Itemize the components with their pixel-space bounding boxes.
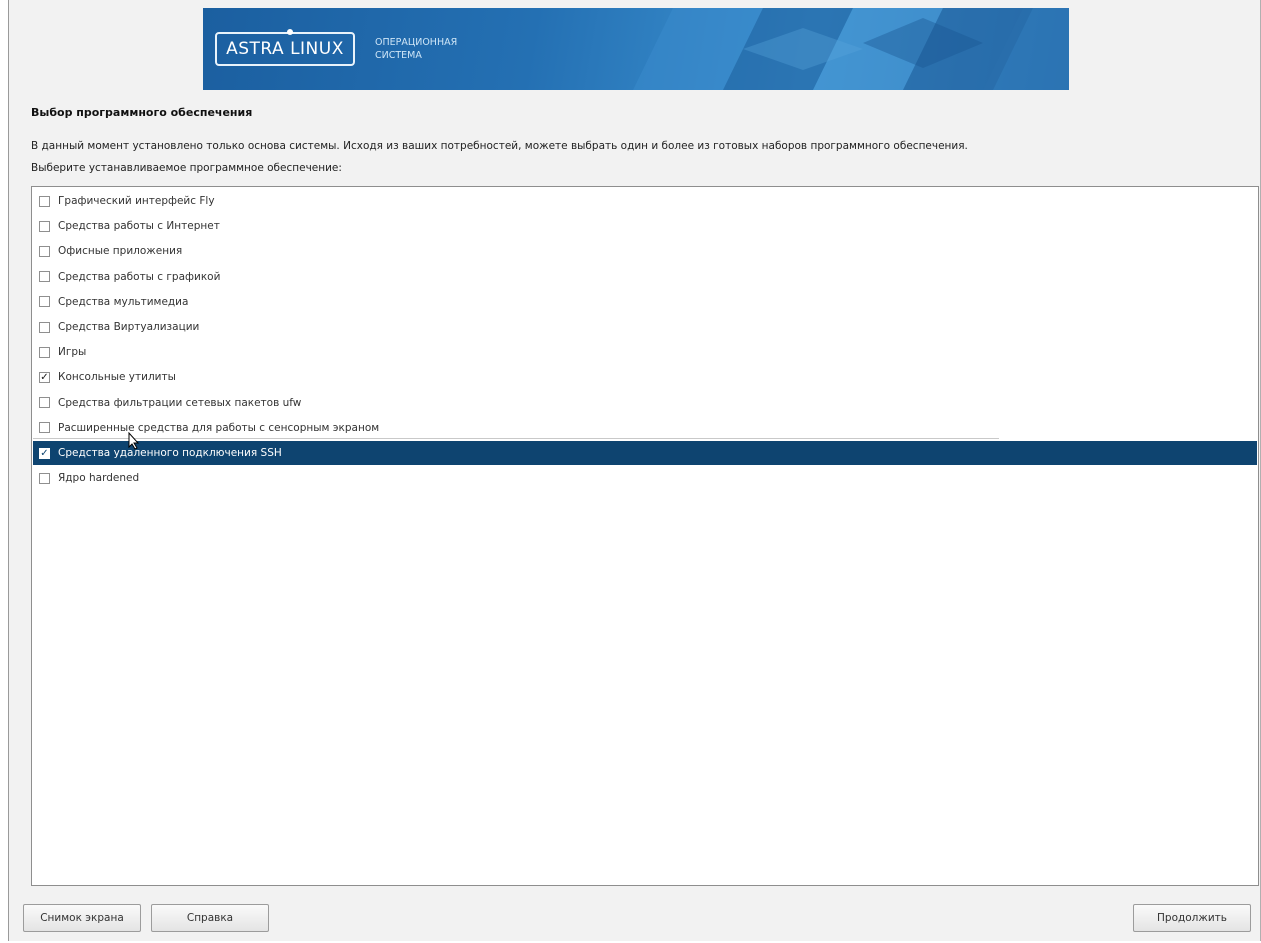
software-option-row[interactable]: Офисные приложения bbox=[33, 239, 1257, 263]
checkbox-icon[interactable] bbox=[39, 472, 50, 484]
checkbox-icon[interactable] bbox=[39, 195, 50, 207]
checkbox-icon[interactable] bbox=[39, 397, 50, 409]
software-option-label: Средства работы с графикой bbox=[58, 270, 221, 283]
checkbox-icon[interactable] bbox=[39, 422, 50, 434]
checkbox-icon[interactable] bbox=[39, 321, 50, 333]
software-option-row[interactable]: ✓ Средства удаленного подключения SSH bbox=[33, 441, 1257, 465]
screenshot-button[interactable]: Снимок экрана bbox=[23, 904, 141, 932]
software-option-row[interactable]: Графический интерфейс Fly bbox=[33, 189, 1257, 213]
software-option-label: Средства Виртуализации bbox=[58, 321, 200, 333]
astra-linux-banner: ASTRA LINUX ОПЕРАЦИОННАЯ СИСТЕМА bbox=[203, 8, 1069, 90]
checkbox-icon[interactable] bbox=[39, 220, 50, 232]
software-option-label: Игры bbox=[58, 346, 87, 359]
software-option-label: Ядро hardened bbox=[58, 472, 140, 485]
mouse-cursor-icon bbox=[128, 432, 140, 450]
software-option-row[interactable]: Средства мультимедиа bbox=[33, 290, 1257, 314]
software-list[interactable]: Графический интерфейс Fly Средства работы… bbox=[31, 186, 1259, 886]
software-option-row[interactable]: ✓ Консольные утилиты bbox=[33, 365, 1257, 389]
software-option-row[interactable]: Ядро hardened bbox=[33, 466, 1257, 490]
software-option-label: Расширенные средства для работы с сенсор… bbox=[58, 421, 380, 434]
software-option-label: Графический интерфейс Fly bbox=[58, 195, 215, 207]
software-option-row[interactable]: Средства работы с графикой bbox=[33, 265, 1257, 289]
checkbox-checked-icon[interactable]: ✓ bbox=[39, 371, 50, 383]
software-option-row[interactable]: Средства Виртуализации bbox=[33, 315, 1257, 339]
logo-subtitle: ОПЕРАЦИОННАЯ СИСТЕМА bbox=[375, 36, 515, 62]
checkbox-icon[interactable] bbox=[39, 296, 50, 308]
help-button[interactable]: Справка bbox=[151, 904, 269, 932]
checkbox-icon[interactable] bbox=[39, 245, 50, 257]
selection-prompt: Выберите устанавливаемое программное обе… bbox=[31, 162, 342, 174]
installer-window: ASTRA LINUX ОПЕРАЦИОННАЯ СИСТЕМА Выбор п… bbox=[8, 0, 1261, 941]
software-option-row[interactable]: Игры bbox=[33, 340, 1257, 364]
software-option-row[interactable]: Расширенные средства для работы с сенсор… bbox=[33, 416, 1257, 440]
software-option-label: Консольные утилиты bbox=[58, 371, 176, 384]
software-option-label: Офисные приложения bbox=[58, 245, 183, 258]
checkbox-icon[interactable] bbox=[39, 346, 50, 358]
description-text: В данный момент установлено только основ… bbox=[31, 140, 968, 152]
software-option-label: Средства работы с Интернет bbox=[58, 220, 220, 233]
logo-text: ASTRA LINUX bbox=[226, 39, 344, 59]
software-option-label: Средства удаленного подключения SSH bbox=[58, 447, 282, 459]
logo-subtitle-line2: СИСТЕМА bbox=[375, 50, 422, 61]
software-option-label: Средства мультимедиа bbox=[58, 295, 189, 308]
software-option-row[interactable]: Средства работы с Интернет bbox=[33, 214, 1257, 238]
checkbox-icon[interactable] bbox=[39, 271, 50, 283]
checkbox-checked-icon[interactable]: ✓ bbox=[39, 447, 50, 459]
software-option-row[interactable]: Средства фильтрации сетевых пакетов ufw bbox=[33, 391, 1257, 415]
software-option-label: Средства фильтрации сетевых пакетов ufw bbox=[58, 396, 302, 409]
page-title: Выбор программного обеспечения bbox=[31, 106, 253, 119]
logo-subtitle-line1: ОПЕРАЦИОННАЯ bbox=[375, 37, 458, 48]
astra-linux-logo: ASTRA LINUX bbox=[215, 29, 355, 66]
logo-dot bbox=[287, 29, 293, 35]
continue-button[interactable]: Продолжить bbox=[1133, 904, 1251, 932]
